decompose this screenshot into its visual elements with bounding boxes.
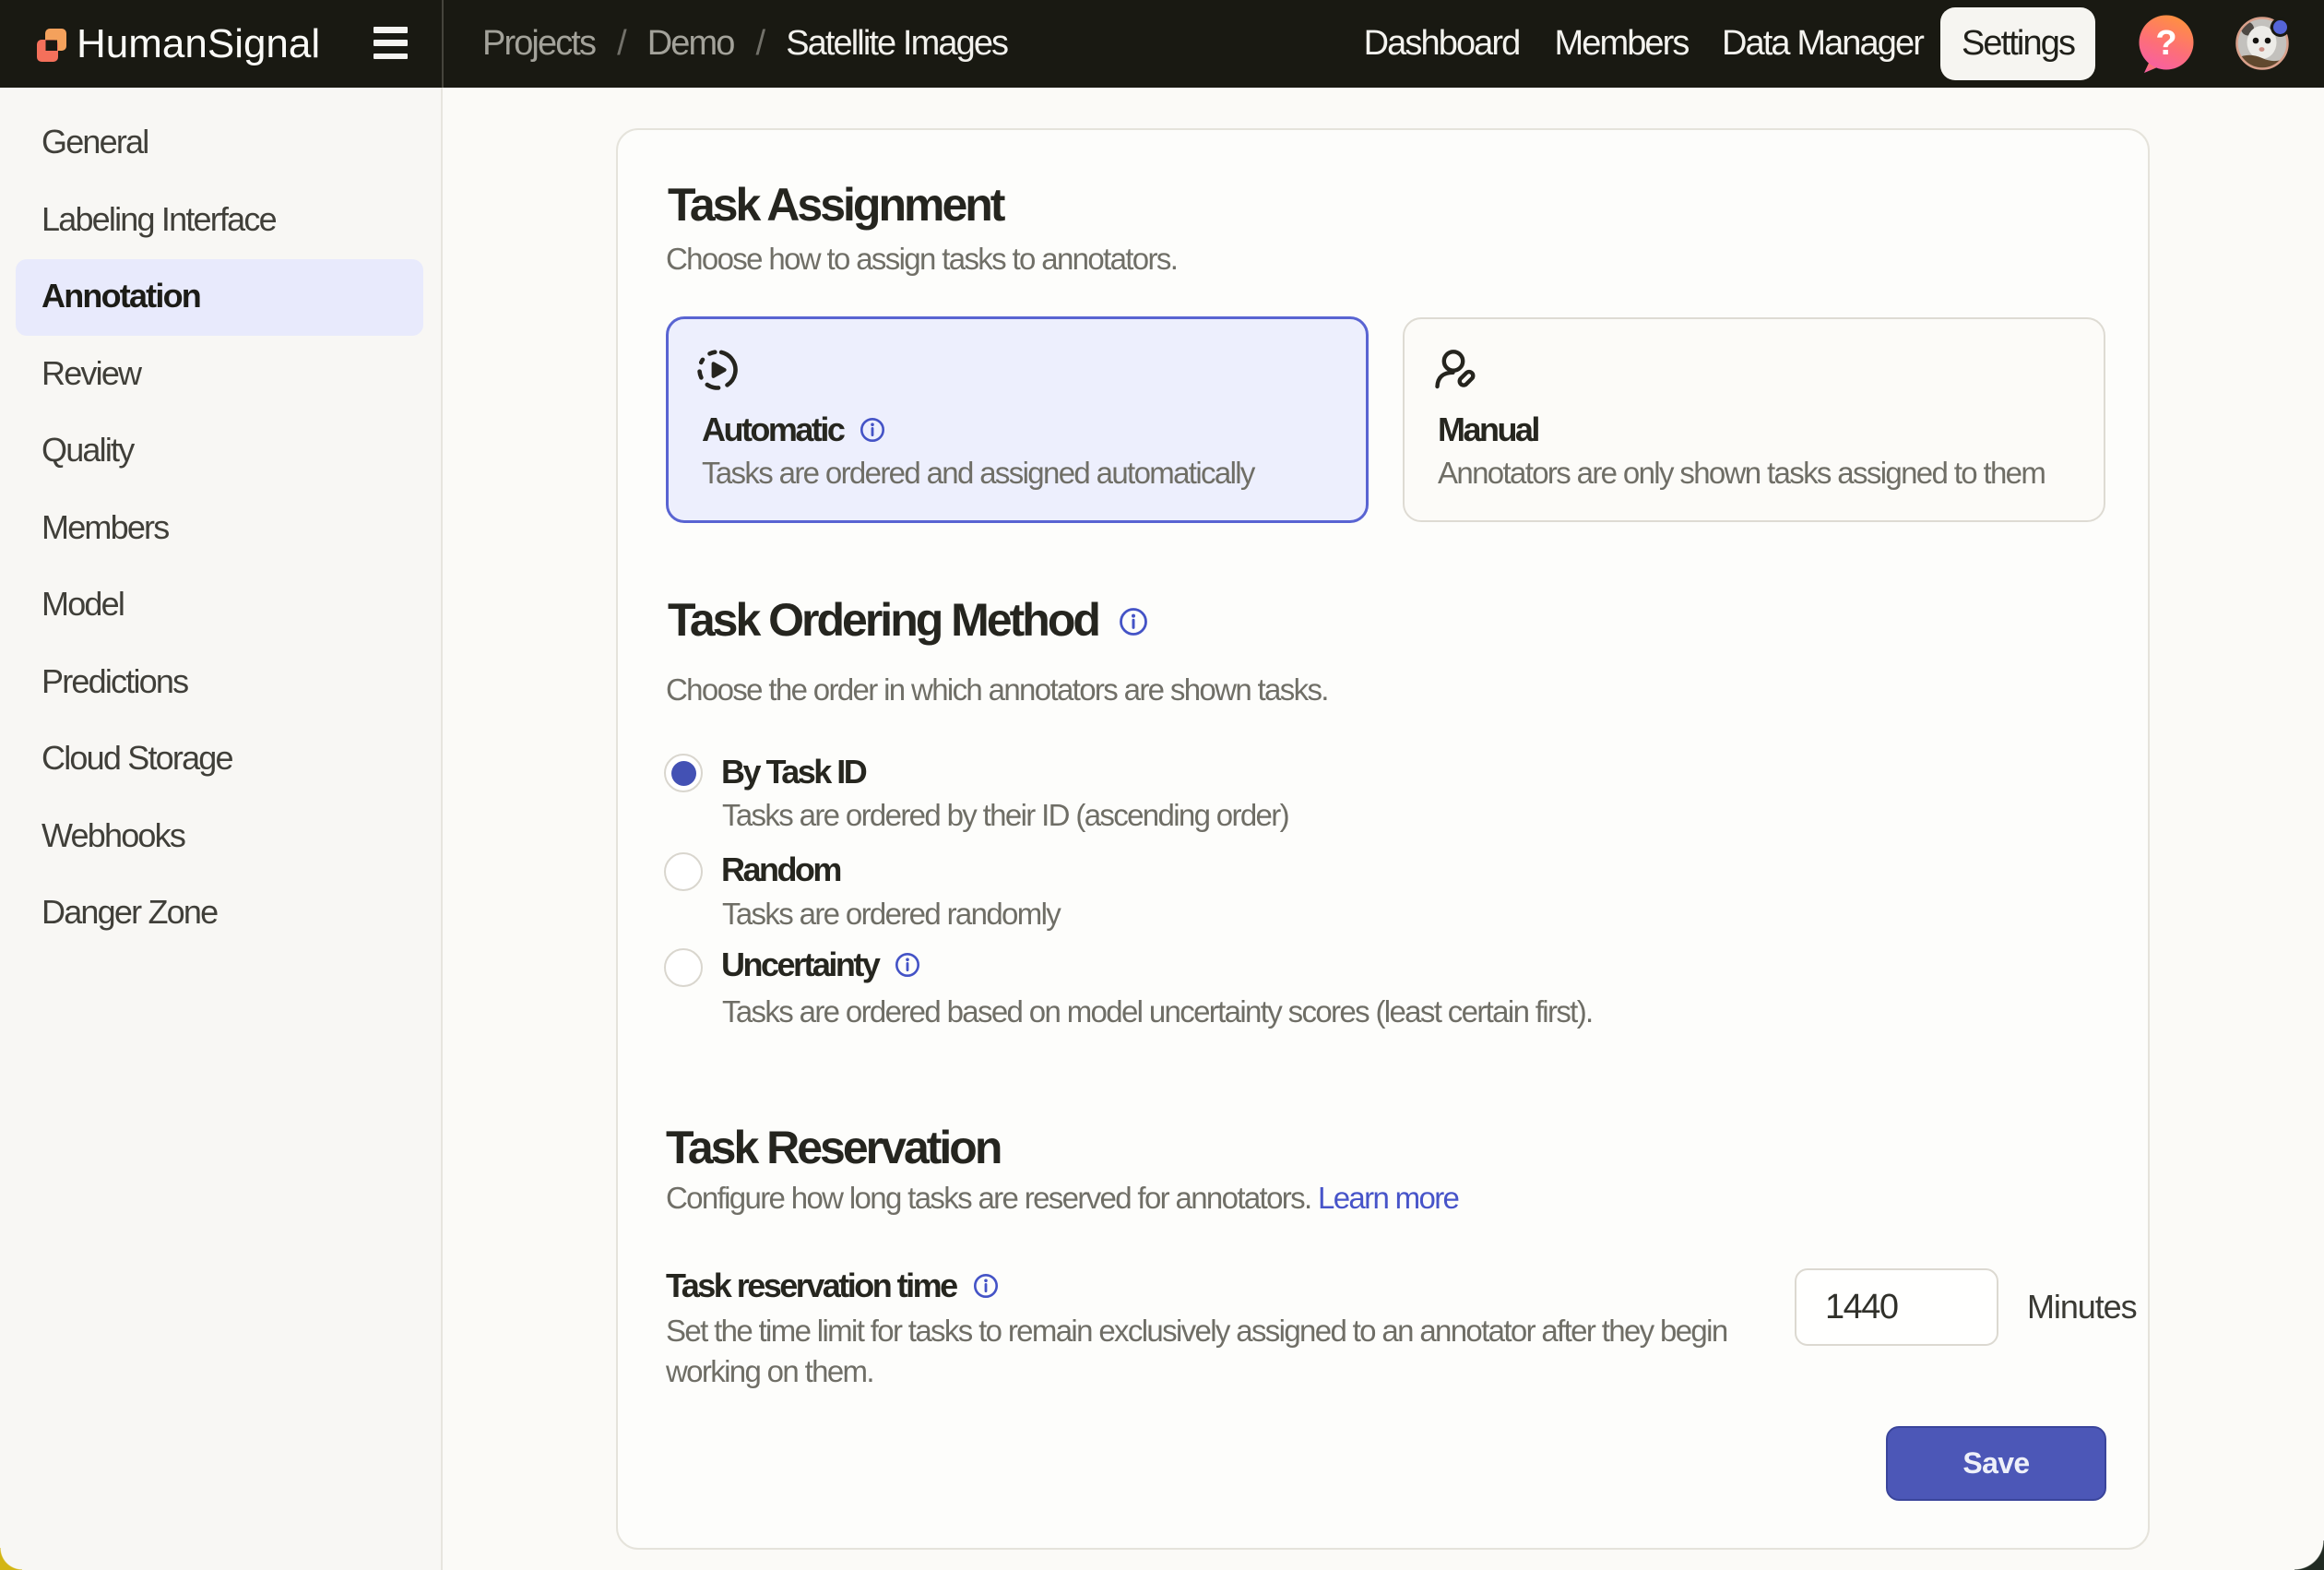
svg-text:?: ? — [2155, 24, 2176, 63]
